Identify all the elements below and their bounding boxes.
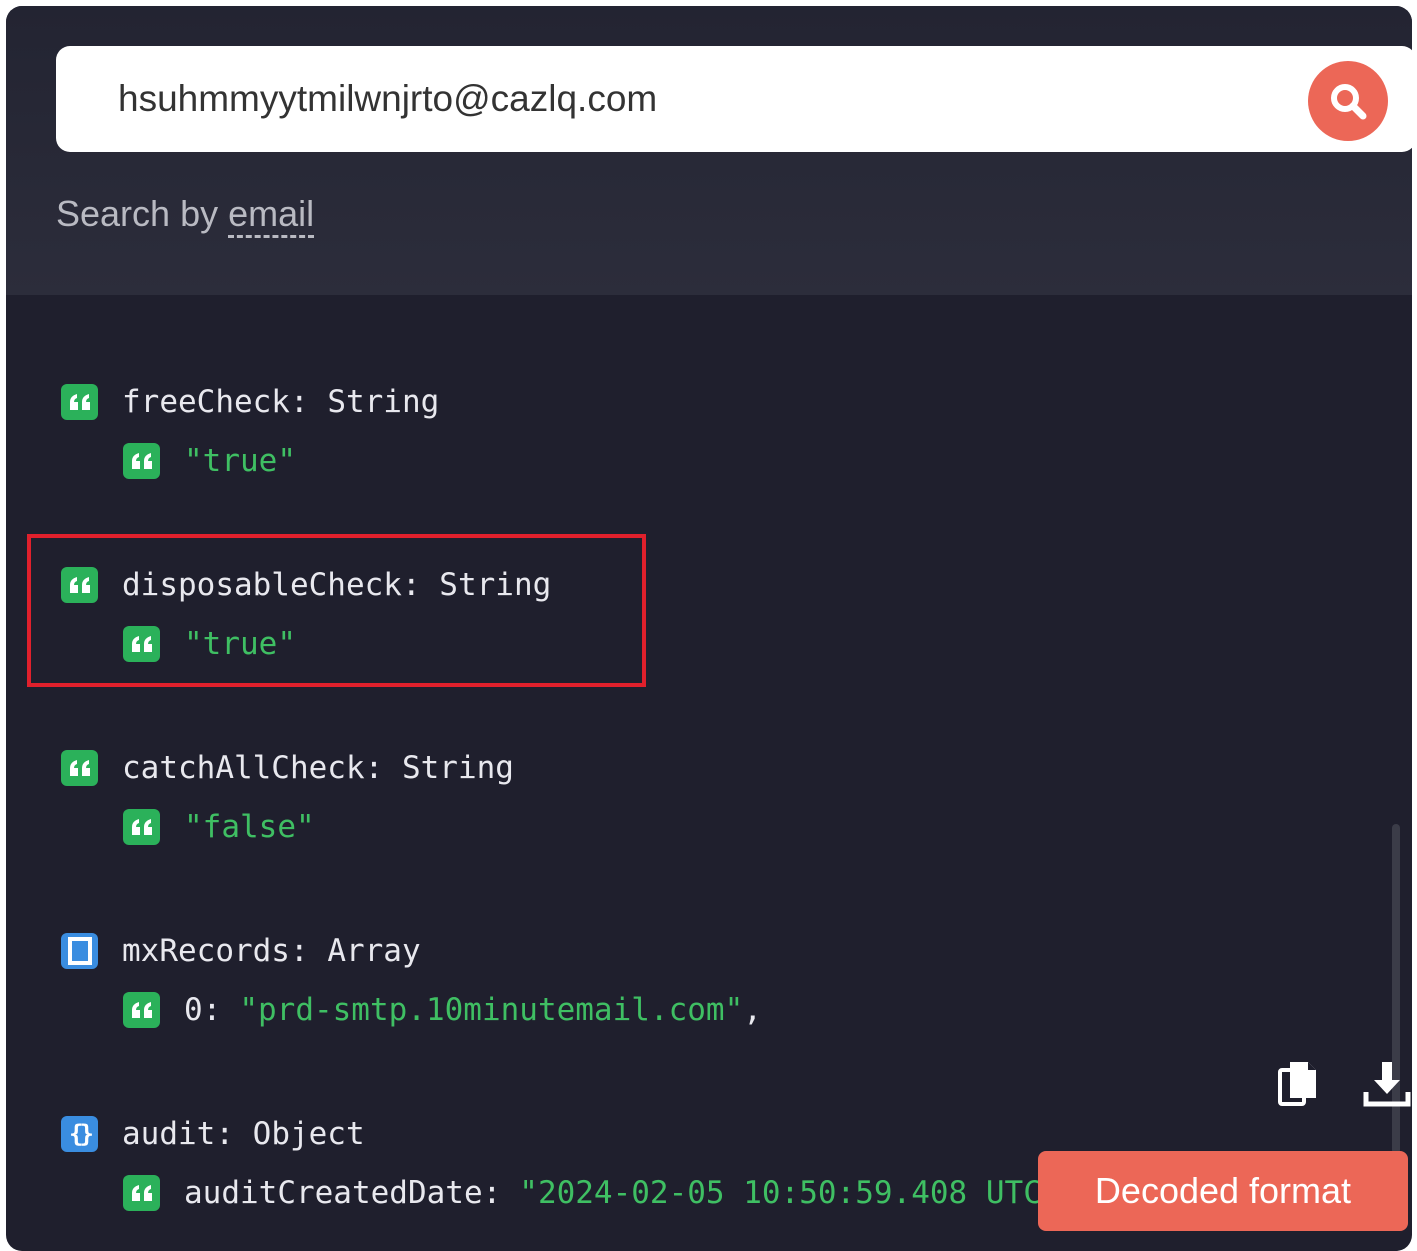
json-viewer-panel: hsuhmmyytmilwnjrto@cazlq.com Search by e…	[6, 6, 1412, 1251]
highlight-box	[27, 534, 646, 687]
tree-key: freeCheck	[122, 384, 290, 420]
tree-value-row[interactable]: "true"	[123, 441, 296, 481]
tree-child-key: auditCreatedDate:	[184, 1175, 502, 1211]
string-quote-icon	[123, 1175, 160, 1211]
tree-node-mxrecords: mxRecords: Array 0: "prd-smtp.10minutema…	[6, 931, 1412, 1051]
string-quote-icon	[123, 443, 160, 479]
tree-node-freecheck: freeCheck: String "true"	[6, 382, 1412, 502]
json-tree: freeCheck: String "true" disposableCheck…	[6, 295, 1412, 1251]
tree-value: "true"	[184, 443, 296, 479]
tree-key-row[interactable]: freeCheck: String	[61, 382, 439, 422]
tree-value: "prd-smtp.10minutemail.com"	[239, 992, 744, 1028]
tree-type: Array	[327, 933, 421, 969]
search-input[interactable]: hsuhmmyytmilwnjrto@cazlq.com	[118, 78, 657, 120]
decoded-format-button[interactable]: Decoded format	[1038, 1151, 1408, 1231]
search-header: hsuhmmyytmilwnjrto@cazlq.com Search by e…	[6, 6, 1412, 295]
tree-key: catchAllCheck	[122, 750, 365, 786]
string-quote-icon	[123, 809, 160, 845]
tree-index: 0:	[184, 992, 222, 1028]
download-button[interactable]	[1362, 1060, 1412, 1108]
copy-button[interactable]	[1278, 1060, 1318, 1108]
array-bracket-icon	[61, 933, 98, 969]
tree-type: String	[327, 384, 440, 420]
tree-key: mxRecords	[122, 933, 290, 969]
search-hint: Search by email	[56, 193, 315, 238]
copy-icon	[1278, 1062, 1316, 1106]
tree-key: audit	[122, 1116, 216, 1152]
string-quote-icon	[61, 750, 98, 786]
tree-key-row[interactable]: {} audit: Object	[61, 1114, 365, 1154]
tree-node-catchallcheck: catchAllCheck: String "false"	[6, 748, 1412, 868]
string-quote-icon	[123, 992, 160, 1028]
object-brace-icon: {}	[61, 1116, 98, 1152]
search-button[interactable]	[1308, 61, 1388, 141]
tree-type: Object	[252, 1116, 365, 1152]
tree-value-row[interactable]: 0: "prd-smtp.10minutemail.com" ,	[123, 990, 762, 1030]
string-quote-icon	[61, 384, 98, 420]
search-box[interactable]: hsuhmmyytmilwnjrto@cazlq.com	[56, 46, 1412, 152]
tree-value-row[interactable]: auditCreatedDate: "2024-02-05 10:50:59.4…	[123, 1173, 1079, 1213]
tree-value-suffix: ,	[743, 992, 762, 1028]
tree-value-row[interactable]: "false"	[123, 807, 315, 847]
download-icon	[1363, 1062, 1411, 1107]
search-hint-label: Search by	[56, 193, 219, 234]
tree-key-row[interactable]: catchAllCheck: String	[61, 748, 514, 788]
search-icon	[1331, 84, 1367, 120]
tree-key-row[interactable]: mxRecords: Array	[61, 931, 421, 971]
tree-value: "2024-02-05 10:50:59.408 UTC"	[519, 1175, 1061, 1211]
tree-type: String	[401, 750, 514, 786]
tree-value: "false"	[184, 809, 315, 845]
search-hint-type[interactable]: email	[228, 193, 315, 238]
